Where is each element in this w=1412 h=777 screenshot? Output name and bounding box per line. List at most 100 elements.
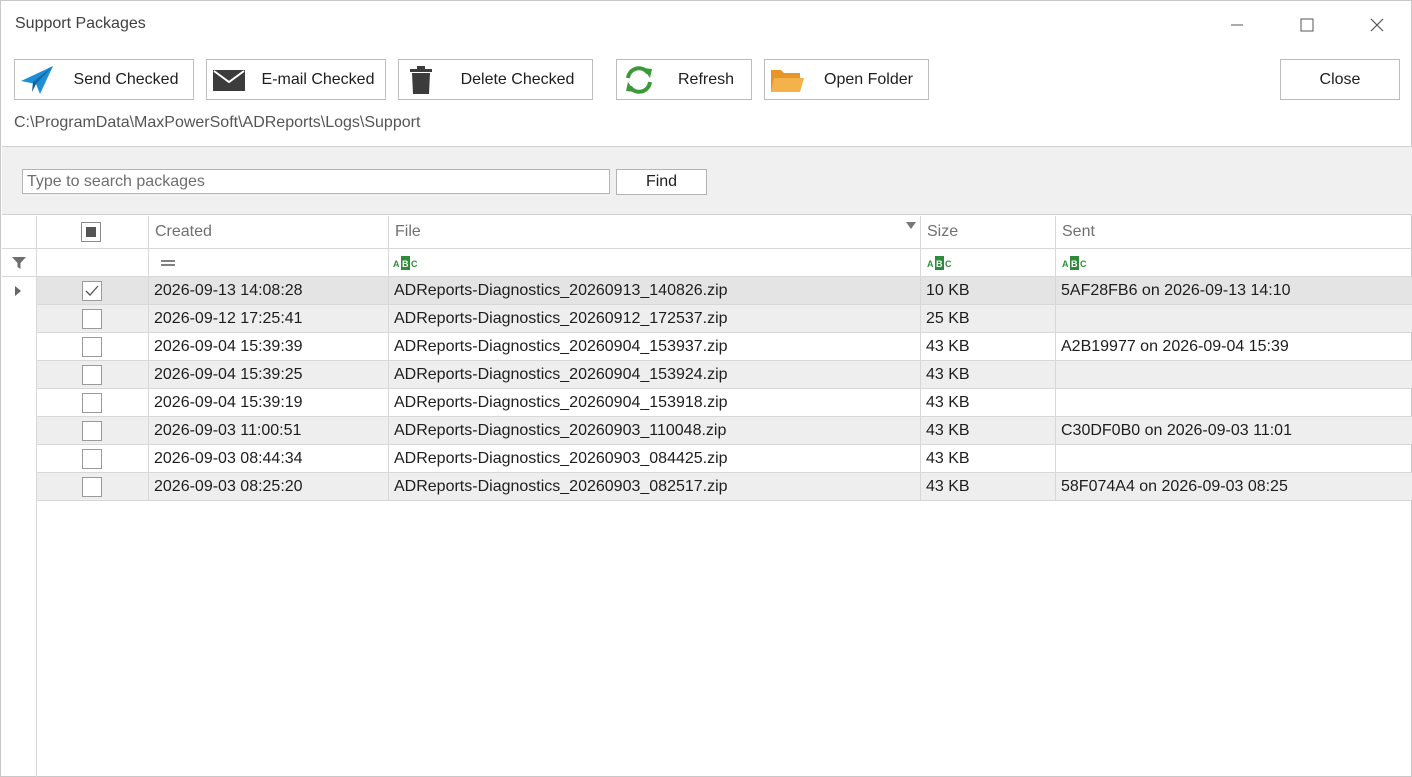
row-indicator <box>2 277 37 305</box>
svg-text:C: C <box>1080 259 1087 269</box>
created-cell: 2026-09-04 15:39:19 <box>149 389 389 417</box>
sent-cell: 58F074A4 on 2026-09-03 08:25 <box>1056 473 1412 501</box>
table-row[interactable]: 2026-09-12 17:25:41 ADReports-Diagnostic… <box>2 305 1412 333</box>
search-panel: Find <box>2 146 1412 215</box>
row-check-cell[interactable] <box>37 333 149 361</box>
row-check-cell[interactable] <box>37 305 149 333</box>
column-header-file[interactable]: File <box>389 216 921 248</box>
row-check-cell[interactable] <box>37 473 149 501</box>
file-cell: ADReports-Diagnostics_20260903_110048.zi… <box>389 417 921 445</box>
row-indicator <box>2 333 37 361</box>
file-cell: ADReports-Diagnostics_20260903_084425.zi… <box>389 445 921 473</box>
size-cell: 43 KB <box>921 361 1056 389</box>
size-cell: 43 KB <box>921 389 1056 417</box>
size-cell: 43 KB <box>921 417 1056 445</box>
svg-text:A: A <box>393 259 400 269</box>
row-indicator <box>2 305 37 333</box>
row-check-cell[interactable] <box>37 417 149 445</box>
svg-text:B: B <box>936 259 943 269</box>
file-cell: ADReports-Diagnostics_20260904_153924.zi… <box>389 361 921 389</box>
current-row-arrow-icon <box>15 286 21 296</box>
row-checkbox[interactable] <box>82 421 102 441</box>
folder-icon <box>769 64 805 96</box>
created-cell: 2026-09-04 15:39:39 <box>149 333 389 361</box>
row-check-cell[interactable] <box>37 445 149 473</box>
file-cell: ADReports-Diagnostics_20260904_153918.zi… <box>389 389 921 417</box>
svg-text:A: A <box>1062 259 1069 269</box>
close-button[interactable]: Close <box>1280 59 1400 100</box>
size-cell: 43 KB <box>921 333 1056 361</box>
row-indicator <box>2 361 37 389</box>
search-input[interactable] <box>22 169 610 194</box>
svg-text:C: C <box>945 259 952 269</box>
window-close-button[interactable] <box>1354 9 1400 41</box>
send-checked-label: Send Checked <box>73 71 179 88</box>
header-indicator-cell <box>2 216 37 248</box>
created-cell: 2026-09-04 15:39:25 <box>149 361 389 389</box>
table-row[interactable]: 2026-09-04 15:39:25 ADReports-Diagnostic… <box>2 361 1412 389</box>
trash-icon <box>403 64 439 96</box>
filter-cell-size[interactable]: A B C <box>921 249 1056 276</box>
refresh-label: Refresh <box>677 71 735 88</box>
table-row[interactable]: 2026-09-03 08:44:34 ADReports-Diagnostic… <box>2 445 1412 473</box>
row-checkbox[interactable] <box>82 393 102 413</box>
svg-text:C: C <box>411 259 418 269</box>
sent-cell <box>1056 361 1412 389</box>
svg-text:B: B <box>1071 259 1078 269</box>
row-check-cell[interactable] <box>37 361 149 389</box>
delete-checked-label: Delete Checked <box>460 71 575 88</box>
file-cell: ADReports-Diagnostics_20260904_153937.zi… <box>389 333 921 361</box>
filter-cell-created[interactable] <box>149 249 389 276</box>
table-row[interactable]: 2026-09-04 15:39:19 ADReports-Diagnostic… <box>2 389 1412 417</box>
column-header-size[interactable]: Size <box>921 216 1056 248</box>
filter-icon <box>12 257 26 269</box>
envelope-icon <box>211 64 247 96</box>
minimize-icon <box>1231 24 1243 26</box>
sent-cell: C30DF0B0 on 2026-09-03 11:01 <box>1056 417 1412 445</box>
row-checkbox[interactable] <box>82 309 102 329</box>
filter-cell-file[interactable]: A B C <box>389 249 921 276</box>
minimize-button[interactable] <box>1214 9 1260 41</box>
row-check-cell[interactable] <box>37 277 149 305</box>
row-checkbox-checked[interactable] <box>82 281 102 301</box>
column-header-created[interactable]: Created <box>149 216 389 248</box>
table-row[interactable]: 2026-09-04 15:39:39 ADReports-Diagnostic… <box>2 333 1412 361</box>
find-button[interactable]: Find <box>616 169 707 195</box>
paper-plane-icon <box>19 64 55 96</box>
row-checkbox[interactable] <box>82 449 102 469</box>
maximize-button[interactable] <box>1284 9 1330 41</box>
file-cell: ADReports-Diagnostics_20260913_140826.zi… <box>389 277 921 305</box>
sent-cell <box>1056 445 1412 473</box>
created-cell: 2026-09-03 08:44:34 <box>149 445 389 473</box>
refresh-button[interactable]: Refresh <box>616 59 752 100</box>
table-row[interactable]: 2026-09-03 11:00:51 ADReports-Diagnostic… <box>2 417 1412 445</box>
refresh-icon <box>621 64 657 96</box>
send-checked-button[interactable]: Send Checked <box>14 59 194 100</box>
column-header-sent[interactable]: Sent <box>1056 216 1412 248</box>
table-row[interactable]: 2026-09-03 08:25:20 ADReports-Diagnostic… <box>2 473 1412 501</box>
column-header-file-label: File <box>395 223 421 240</box>
check-all-checkbox[interactable] <box>81 222 101 242</box>
filter-dropdown-icon[interactable] <box>906 222 916 230</box>
row-indicator <box>2 473 37 501</box>
filter-cell-check <box>37 249 149 276</box>
row-indicator <box>2 417 37 445</box>
row-checkbox[interactable] <box>82 477 102 497</box>
size-cell: 43 KB <box>921 445 1056 473</box>
auto-filter-row: A B C A B C A B C <box>2 249 1412 277</box>
delete-checked-button[interactable]: Delete Checked <box>398 59 593 100</box>
row-checkbox[interactable] <box>82 337 102 357</box>
file-cell: ADReports-Diagnostics_20260903_082517.zi… <box>389 473 921 501</box>
row-indicator <box>2 389 37 417</box>
created-cell: 2026-09-03 11:00:51 <box>149 417 389 445</box>
filter-cell-sent[interactable]: A B C <box>1056 249 1412 276</box>
email-checked-button[interactable]: E-mail Checked <box>206 59 386 100</box>
header-check-all-cell[interactable] <box>37 216 149 248</box>
row-checkbox[interactable] <box>82 365 102 385</box>
table-row[interactable]: 2026-09-13 14:08:28 ADReports-Diagnostic… <box>2 277 1412 305</box>
size-cell: 43 KB <box>921 473 1056 501</box>
svg-text:A: A <box>927 259 934 269</box>
row-check-cell[interactable] <box>37 389 149 417</box>
open-folder-button[interactable]: Open Folder <box>764 59 929 100</box>
size-cell: 10 KB <box>921 277 1056 305</box>
